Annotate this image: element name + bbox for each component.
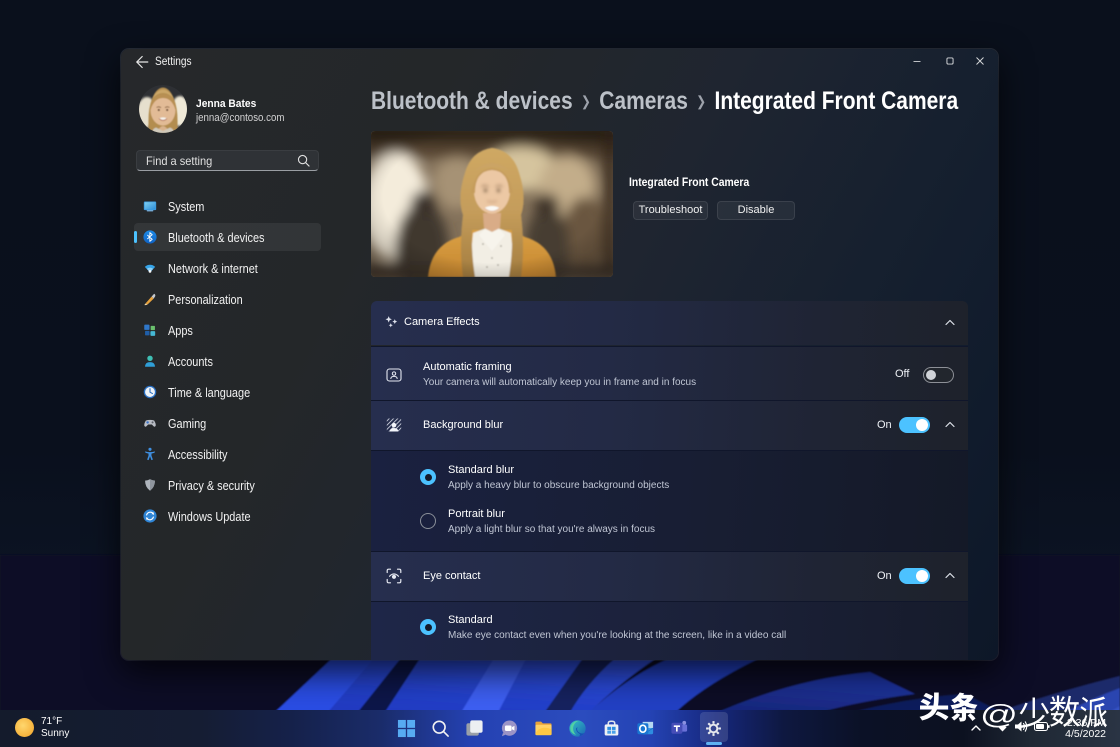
svg-text:@: @ (980, 699, 1018, 730)
